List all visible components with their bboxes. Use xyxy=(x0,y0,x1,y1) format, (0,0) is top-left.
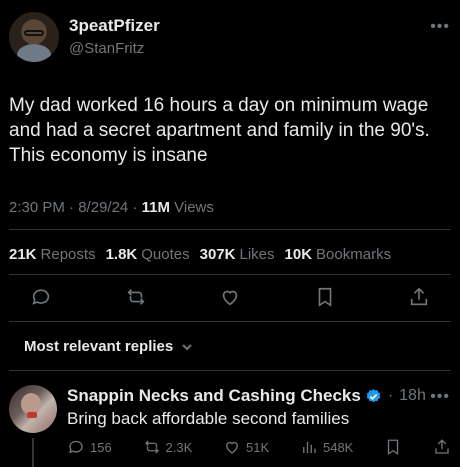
likes-stat[interactable]: 307K Likes xyxy=(200,246,275,263)
author-display-name[interactable]: 3peatPfizer xyxy=(69,16,160,36)
reply-replies-count: 156 xyxy=(90,439,112,455)
thread-line xyxy=(32,438,34,467)
views-count: 11M xyxy=(141,199,170,216)
reposts-stat[interactable]: 21K Reposts xyxy=(9,246,96,263)
verified-badge-icon xyxy=(366,388,381,402)
views-icon xyxy=(303,441,316,453)
author-handle[interactable]: @StanFritz xyxy=(69,40,144,57)
reply-display-name[interactable]: Snappin Necks and Cashing Checks xyxy=(67,386,361,406)
divider xyxy=(9,274,451,275)
divider xyxy=(9,321,451,322)
reply-bookmark-button[interactable] xyxy=(384,438,402,456)
tweet-meta: 2:30 PM · 8/29/24 · 11M Views xyxy=(9,199,214,216)
reply-avatar[interactable] xyxy=(9,385,57,433)
like-icon xyxy=(226,441,238,454)
reply-repost-button[interactable]: 2.3K xyxy=(143,438,193,456)
repost-icon xyxy=(144,440,159,454)
tweet-text: My dad worked 16 hours a day on minimum … xyxy=(9,95,430,166)
reply-icon xyxy=(68,440,83,454)
quotes-stat[interactable]: 1.8K Quotes xyxy=(106,246,190,263)
reply-more-options-icon[interactable]: ••• xyxy=(430,388,450,406)
bookmark-icon[interactable] xyxy=(314,286,336,313)
author-avatar[interactable] xyxy=(9,12,59,62)
bookmarks-stat[interactable]: 10K Bookmarks xyxy=(285,246,392,263)
bookmark-icon xyxy=(387,439,399,456)
reply-text: Bring back affordable second families xyxy=(67,409,350,428)
tweet-date[interactable]: 8/29/24 xyxy=(78,199,128,216)
engagement-stats: 21K Reposts 1.8K Quotes 307K Likes 10K Bookm… xyxy=(9,246,391,263)
repost-icon[interactable] xyxy=(125,286,147,313)
tweet-time[interactable]: 2:30 PM xyxy=(9,199,65,216)
reply-icon[interactable] xyxy=(30,286,52,313)
share-icon[interactable] xyxy=(408,286,430,313)
divider xyxy=(9,370,451,371)
like-icon[interactable] xyxy=(219,286,241,313)
reply-views-count: 548K xyxy=(322,439,354,455)
reply-author[interactable]: Snappin Necks and Cashing Checks · 18h xyxy=(67,386,426,406)
reply-sort-label: Most relevant replies xyxy=(24,338,174,355)
reply-reposts-count: 2.3K xyxy=(165,439,193,455)
tweet-actions xyxy=(30,286,430,313)
divider xyxy=(9,229,451,230)
reply-like-button[interactable]: 51K xyxy=(223,438,269,456)
reply-sort-dropdown[interactable]: Most relevant replies xyxy=(24,338,193,355)
share-icon xyxy=(435,439,449,454)
views-label: Views xyxy=(174,199,214,216)
reply-actions: 156 2.3K 51K 548K xyxy=(67,438,451,456)
reply-likes-count: 51K xyxy=(246,439,270,455)
chevron-down-icon xyxy=(182,343,192,350)
reply-share-button[interactable] xyxy=(433,438,451,456)
more-options-icon[interactable]: ••• xyxy=(430,18,450,36)
reply-time[interactable]: 18h xyxy=(399,387,426,405)
reply-views-button[interactable]: 548K xyxy=(300,438,353,456)
reply-reply-button[interactable]: 156 xyxy=(67,438,112,456)
